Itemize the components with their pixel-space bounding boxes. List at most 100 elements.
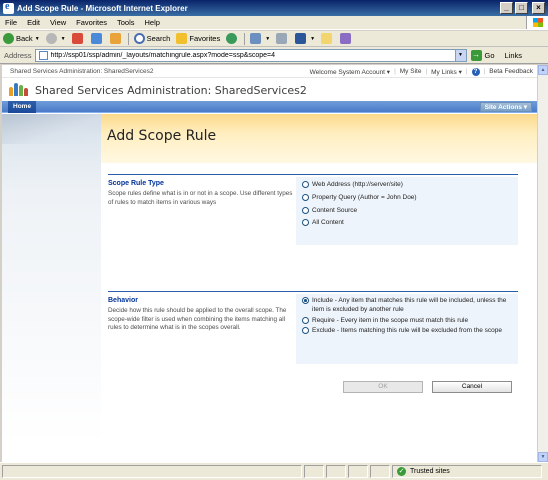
menu-view[interactable]: View bbox=[45, 18, 71, 27]
behavior-section: Behavior Decide how this rule should be … bbox=[108, 291, 518, 364]
section-description: Behavior Decide how this rule should be … bbox=[108, 294, 296, 333]
edit-button[interactable]: ▼ bbox=[292, 33, 318, 44]
window-title-bar[interactable]: Add Scope Rule - Microsoft Internet Expl… bbox=[0, 0, 548, 16]
research-icon bbox=[340, 33, 352, 44]
forward-arrow-icon bbox=[45, 33, 57, 44]
help-icon[interactable]: ? bbox=[471, 68, 480, 76]
print-button[interactable] bbox=[273, 33, 292, 44]
vertical-scrollbar[interactable]: ▲ ▼ bbox=[537, 65, 548, 462]
radio-exclude[interactable]: Exclude - Items matching this rule will … bbox=[296, 327, 514, 336]
mail-button[interactable]: ▼ bbox=[247, 33, 273, 44]
status-text bbox=[2, 465, 302, 478]
radio-web-address[interactable]: Web Address (http://server/site) bbox=[296, 181, 518, 190]
sharepoint-people-icon bbox=[9, 82, 29, 96]
site-actions-menu[interactable]: Site Actions ▾ bbox=[479, 102, 532, 112]
trusted-sites-icon: ✓ bbox=[397, 467, 406, 476]
section-header: Behavior bbox=[108, 297, 138, 304]
search-button[interactable]: Search bbox=[131, 33, 174, 44]
radio-button-selected[interactable] bbox=[302, 297, 309, 304]
go-button[interactable]: → Go bbox=[470, 49, 495, 61]
menu-tools[interactable]: Tools bbox=[112, 18, 140, 27]
scope-rule-type-options: Web Address (http://server/site) Propert… bbox=[296, 177, 518, 245]
page-title-band: Add Scope Rule bbox=[101, 114, 537, 163]
radio-all-content[interactable]: All Content bbox=[296, 219, 518, 228]
address-url[interactable]: http://ssp01/ssp/admin/_layouts/matching… bbox=[51, 52, 455, 59]
close-button[interactable]: × bbox=[532, 2, 545, 14]
go-arrow-icon: → bbox=[470, 49, 482, 61]
history-icon bbox=[226, 33, 238, 44]
star-icon bbox=[176, 33, 188, 44]
mail-icon bbox=[250, 33, 262, 44]
menu-favorites[interactable]: Favorites bbox=[71, 18, 112, 27]
site-title[interactable]: Shared Services Administration: SharedSe… bbox=[35, 84, 307, 97]
form-buttons: OK Cancel bbox=[101, 381, 537, 393]
radio-require[interactable]: Require - Every item in the scope must m… bbox=[296, 316, 514, 326]
radio-button[interactable] bbox=[302, 316, 309, 324]
cancel-button[interactable]: Cancel bbox=[432, 381, 512, 393]
chevron-down-icon[interactable]: ▼ bbox=[454, 49, 466, 61]
address-label: Address bbox=[4, 50, 32, 60]
section-description-text: Decide how this rule should be applied t… bbox=[108, 307, 287, 331]
my-links-menu[interactable]: My Links ▾ bbox=[431, 68, 462, 76]
radio-button[interactable] bbox=[302, 181, 309, 188]
address-input[interactable]: http://ssp01/ssp/admin/_layouts/matching… bbox=[34, 48, 467, 62]
status-cell bbox=[326, 465, 346, 478]
section-description: Scope Rule Type Scope rules define what … bbox=[108, 177, 296, 207]
security-zone: ✓ Trusted sites bbox=[392, 465, 542, 478]
back-button[interactable]: Back ▼ bbox=[0, 33, 43, 44]
radio-content-source[interactable]: Content Source bbox=[296, 206, 518, 216]
section-divider bbox=[108, 291, 518, 292]
divider: | bbox=[394, 68, 396, 75]
scroll-up-icon[interactable]: ▲ bbox=[538, 65, 548, 75]
my-site-link[interactable]: My Site bbox=[400, 68, 422, 76]
home-button[interactable] bbox=[107, 33, 126, 44]
refresh-button[interactable] bbox=[88, 33, 107, 44]
menu-help[interactable]: Help bbox=[140, 18, 165, 27]
tab-home[interactable]: Home bbox=[8, 101, 37, 113]
chevron-down-icon: ▼ bbox=[60, 35, 66, 42]
menu-edit[interactable]: Edit bbox=[22, 18, 45, 27]
section-header: Scope Rule Type bbox=[108, 180, 164, 187]
page-icon bbox=[38, 50, 48, 60]
radio-button[interactable] bbox=[302, 193, 309, 201]
section-description-text: Scope rules define what is in or not in … bbox=[108, 190, 293, 206]
scope-rule-type-section: Scope Rule Type Scope rules define what … bbox=[108, 174, 518, 245]
maximize-button[interactable]: □ bbox=[515, 2, 528, 14]
forward-button[interactable]: ▼ bbox=[43, 33, 69, 44]
status-bar: ✓ Trusted sites bbox=[0, 462, 548, 480]
page-title: Add Scope Rule bbox=[107, 128, 217, 144]
status-cell bbox=[370, 465, 390, 478]
standard-toolbar: Back ▼ ▼ Search Favorites ▼ ▼ bbox=[0, 31, 548, 47]
beta-feedback-link[interactable]: Beta Feedback bbox=[489, 68, 533, 76]
discuss-button[interactable] bbox=[318, 33, 337, 44]
ie-icon bbox=[3, 1, 14, 14]
top-links: Welcome System Account ▾ | My Site | My … bbox=[310, 68, 533, 76]
menu-file[interactable]: File bbox=[0, 18, 22, 27]
top-navigation: Home Site Actions ▾ bbox=[2, 101, 537, 113]
history-button[interactable] bbox=[223, 33, 242, 44]
stop-button[interactable] bbox=[69, 33, 88, 44]
radio-property-query[interactable]: Property Query (Author = John Doe) bbox=[296, 193, 518, 203]
links-button[interactable]: Links bbox=[505, 51, 523, 60]
radio-button[interactable] bbox=[302, 219, 309, 227]
toolbar-separator bbox=[127, 32, 129, 45]
ok-button[interactable]: OK bbox=[343, 381, 423, 393]
radio-include[interactable]: Include - Any item that matches this rul… bbox=[296, 297, 514, 315]
status-cell bbox=[304, 465, 324, 478]
divider: | bbox=[465, 68, 468, 75]
window-title: Add Scope Rule - Microsoft Internet Expl… bbox=[17, 3, 188, 13]
radio-button[interactable] bbox=[302, 327, 309, 335]
research-button[interactable] bbox=[337, 33, 356, 44]
scroll-down-icon[interactable]: ▼ bbox=[538, 452, 548, 462]
discuss-icon bbox=[321, 33, 333, 44]
minimize-button[interactable]: _ bbox=[500, 2, 513, 14]
page-viewport: Shared Services Administration: SharedSe… bbox=[2, 65, 537, 462]
main-content: Add Scope Rule Scope Rule Type Scope rul… bbox=[101, 114, 537, 462]
site-breadcrumb[interactable]: Shared Services Administration: SharedSe… bbox=[10, 68, 153, 75]
favorites-button[interactable]: Favorites bbox=[173, 33, 223, 44]
welcome-menu[interactable]: Welcome System Account ▾ bbox=[310, 68, 390, 76]
radio-button[interactable] bbox=[302, 206, 309, 214]
divider: | bbox=[425, 68, 428, 75]
section-divider bbox=[108, 174, 518, 175]
search-icon bbox=[133, 33, 145, 44]
